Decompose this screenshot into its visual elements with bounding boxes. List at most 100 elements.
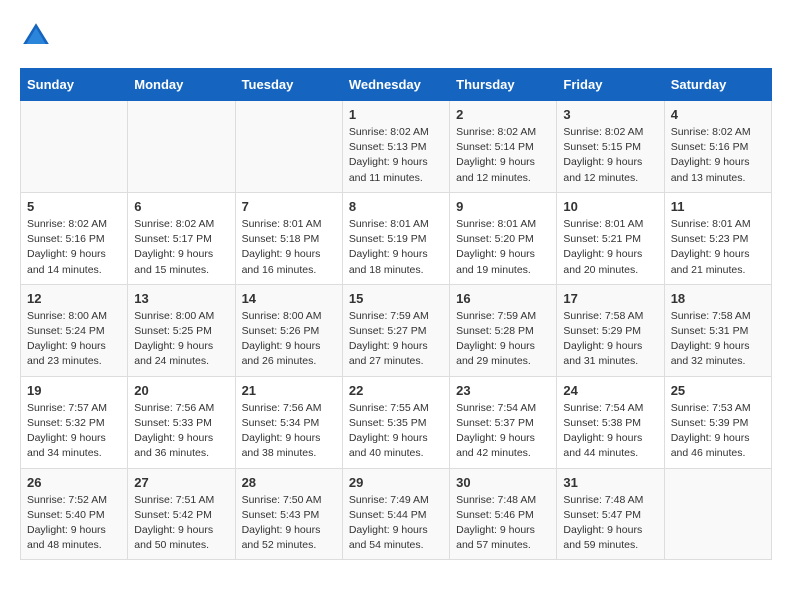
cell-info: Sunrise: 7:58 AM Sunset: 5:31 PM Dayligh… xyxy=(671,309,765,370)
day-number: 11 xyxy=(671,199,765,214)
calendar-cell: 16 Sunrise: 7:59 AM Sunset: 5:28 PM Dayli… xyxy=(450,284,557,376)
cell-info: Sunrise: 7:53 AM Sunset: 5:39 PM Dayligh… xyxy=(671,401,765,462)
cell-info: Sunrise: 8:02 AM Sunset: 5:14 PM Dayligh… xyxy=(456,125,550,186)
cell-info: Sunrise: 7:54 AM Sunset: 5:38 PM Dayligh… xyxy=(563,401,657,462)
cell-info: Sunrise: 8:00 AM Sunset: 5:26 PM Dayligh… xyxy=(242,309,336,370)
calendar-cell: 10 Sunrise: 8:01 AM Sunset: 5:21 PM Dayli… xyxy=(557,192,664,284)
cell-info: Sunrise: 7:55 AM Sunset: 5:35 PM Dayligh… xyxy=(349,401,443,462)
day-number: 2 xyxy=(456,107,550,122)
cell-info: Sunrise: 7:48 AM Sunset: 5:47 PM Dayligh… xyxy=(563,493,657,554)
cell-info: Sunrise: 8:02 AM Sunset: 5:13 PM Dayligh… xyxy=(349,125,443,186)
header-day: Sunday xyxy=(21,69,128,101)
cell-info: Sunrise: 8:02 AM Sunset: 5:17 PM Dayligh… xyxy=(134,217,228,278)
day-number: 8 xyxy=(349,199,443,214)
calendar-cell: 15 Sunrise: 7:59 AM Sunset: 5:27 PM Dayli… xyxy=(342,284,449,376)
day-number: 7 xyxy=(242,199,336,214)
calendar-week-row: 12Sunrise: 8:00 AM Sunset: 5:24 PM Dayli… xyxy=(21,284,772,376)
day-number: 6 xyxy=(134,199,228,214)
calendar-cell: 30 Sunrise: 7:48 AM Sunset: 5:46 PM Dayli… xyxy=(450,468,557,560)
calendar-table: SundayMondayTuesdayWednesdayThursdayFrid… xyxy=(20,68,772,560)
calendar-cell: 7 Sunrise: 8:01 AM Sunset: 5:18 PM Daylig… xyxy=(235,192,342,284)
header-day: Wednesday xyxy=(342,69,449,101)
calendar-week-row: 5 Sunrise: 8:02 AM Sunset: 5:16 PM Daylig… xyxy=(21,192,772,284)
calendar-cell xyxy=(664,468,771,560)
calendar-cell: 13 Sunrise: 8:00 AM Sunset: 5:25 PM Dayli… xyxy=(128,284,235,376)
header-day: Saturday xyxy=(664,69,771,101)
calendar-cell: 23Sunrise: 7:54 AM Sunset: 5:37 PM Dayli… xyxy=(450,376,557,468)
calendar-cell: 18 Sunrise: 7:58 AM Sunset: 5:31 PM Dayli… xyxy=(664,284,771,376)
calendar-cell: 21 Sunrise: 7:56 AM Sunset: 5:34 PM Dayli… xyxy=(235,376,342,468)
logo xyxy=(20,20,56,52)
cell-info: Sunrise: 7:50 AM Sunset: 5:43 PM Dayligh… xyxy=(242,493,336,554)
day-number: 16 xyxy=(456,291,550,306)
day-number: 19 xyxy=(27,383,121,398)
cell-info: Sunrise: 7:49 AM Sunset: 5:44 PM Dayligh… xyxy=(349,493,443,554)
day-number: 15 xyxy=(349,291,443,306)
calendar-week-row: 19Sunrise: 7:57 AM Sunset: 5:32 PM Dayli… xyxy=(21,376,772,468)
day-number: 28 xyxy=(242,475,336,490)
cell-info: Sunrise: 8:00 AM Sunset: 5:25 PM Dayligh… xyxy=(134,309,228,370)
cell-info: Sunrise: 8:02 AM Sunset: 5:16 PM Dayligh… xyxy=(27,217,121,278)
day-number: 5 xyxy=(27,199,121,214)
calendar-cell: 8 Sunrise: 8:01 AM Sunset: 5:19 PM Daylig… xyxy=(342,192,449,284)
day-number: 31 xyxy=(563,475,657,490)
calendar-week-row: 26 Sunrise: 7:52 AM Sunset: 5:40 PM Dayli… xyxy=(21,468,772,560)
calendar-cell xyxy=(21,101,128,193)
day-number: 3 xyxy=(563,107,657,122)
cell-info: Sunrise: 8:02 AM Sunset: 5:16 PM Dayligh… xyxy=(671,125,765,186)
day-number: 12 xyxy=(27,291,121,306)
calendar-cell: 17Sunrise: 7:58 AM Sunset: 5:29 PM Dayli… xyxy=(557,284,664,376)
day-number: 30 xyxy=(456,475,550,490)
day-number: 24 xyxy=(563,383,657,398)
day-number: 10 xyxy=(563,199,657,214)
cell-info: Sunrise: 7:52 AM Sunset: 5:40 PM Dayligh… xyxy=(27,493,121,554)
calendar-week-row: 1 Sunrise: 8:02 AM Sunset: 5:13 PM Daylig… xyxy=(21,101,772,193)
day-number: 18 xyxy=(671,291,765,306)
cell-info: Sunrise: 8:01 AM Sunset: 5:21 PM Dayligh… xyxy=(563,217,657,278)
cell-info: Sunrise: 8:01 AM Sunset: 5:19 PM Dayligh… xyxy=(349,217,443,278)
day-number: 9 xyxy=(456,199,550,214)
calendar-cell: 1 Sunrise: 8:02 AM Sunset: 5:13 PM Daylig… xyxy=(342,101,449,193)
calendar-cell: 22 Sunrise: 7:55 AM Sunset: 5:35 PM Dayli… xyxy=(342,376,449,468)
calendar-cell xyxy=(128,101,235,193)
calendar-cell: 3Sunrise: 8:02 AM Sunset: 5:15 PM Daylig… xyxy=(557,101,664,193)
day-number: 23 xyxy=(456,383,550,398)
cell-info: Sunrise: 8:01 AM Sunset: 5:23 PM Dayligh… xyxy=(671,217,765,278)
cell-info: Sunrise: 8:01 AM Sunset: 5:20 PM Dayligh… xyxy=(456,217,550,278)
day-number: 13 xyxy=(134,291,228,306)
cell-info: Sunrise: 7:51 AM Sunset: 5:42 PM Dayligh… xyxy=(134,493,228,554)
calendar-cell: 29 Sunrise: 7:49 AM Sunset: 5:44 PM Dayli… xyxy=(342,468,449,560)
cell-info: Sunrise: 7:59 AM Sunset: 5:28 PM Dayligh… xyxy=(456,309,550,370)
calendar-cell: 6 Sunrise: 8:02 AM Sunset: 5:17 PM Daylig… xyxy=(128,192,235,284)
cell-info: Sunrise: 8:01 AM Sunset: 5:18 PM Dayligh… xyxy=(242,217,336,278)
day-number: 27 xyxy=(134,475,228,490)
calendar-cell: 12Sunrise: 8:00 AM Sunset: 5:24 PM Dayli… xyxy=(21,284,128,376)
cell-info: Sunrise: 7:59 AM Sunset: 5:27 PM Dayligh… xyxy=(349,309,443,370)
day-number: 14 xyxy=(242,291,336,306)
header-day: Friday xyxy=(557,69,664,101)
header-day: Thursday xyxy=(450,69,557,101)
day-number: 29 xyxy=(349,475,443,490)
day-number: 4 xyxy=(671,107,765,122)
logo-icon xyxy=(20,20,52,52)
day-number: 26 xyxy=(27,475,121,490)
calendar-cell: 24 Sunrise: 7:54 AM Sunset: 5:38 PM Dayli… xyxy=(557,376,664,468)
calendar-cell: 4 Sunrise: 8:02 AM Sunset: 5:16 PM Daylig… xyxy=(664,101,771,193)
calendar-cell: 14 Sunrise: 8:00 AM Sunset: 5:26 PM Dayli… xyxy=(235,284,342,376)
calendar-cell: 31 Sunrise: 7:48 AM Sunset: 5:47 PM Dayli… xyxy=(557,468,664,560)
day-number: 21 xyxy=(242,383,336,398)
cell-info: Sunrise: 7:56 AM Sunset: 5:34 PM Dayligh… xyxy=(242,401,336,462)
calendar-cell: 28 Sunrise: 7:50 AM Sunset: 5:43 PM Dayli… xyxy=(235,468,342,560)
calendar-cell: 19Sunrise: 7:57 AM Sunset: 5:32 PM Dayli… xyxy=(21,376,128,468)
cell-info: Sunrise: 7:56 AM Sunset: 5:33 PM Dayligh… xyxy=(134,401,228,462)
calendar-cell: 9 Sunrise: 8:01 AM Sunset: 5:20 PM Daylig… xyxy=(450,192,557,284)
cell-info: Sunrise: 7:48 AM Sunset: 5:46 PM Dayligh… xyxy=(456,493,550,554)
day-number: 1 xyxy=(349,107,443,122)
day-number: 20 xyxy=(134,383,228,398)
calendar-cell: 20 Sunrise: 7:56 AM Sunset: 5:33 PM Dayli… xyxy=(128,376,235,468)
calendar-cell: 2 Sunrise: 8:02 AM Sunset: 5:14 PM Daylig… xyxy=(450,101,557,193)
cell-info: Sunrise: 7:58 AM Sunset: 5:29 PM Dayligh… xyxy=(563,309,657,370)
calendar-cell: 25Sunrise: 7:53 AM Sunset: 5:39 PM Dayli… xyxy=(664,376,771,468)
calendar-cell xyxy=(235,101,342,193)
day-number: 22 xyxy=(349,383,443,398)
